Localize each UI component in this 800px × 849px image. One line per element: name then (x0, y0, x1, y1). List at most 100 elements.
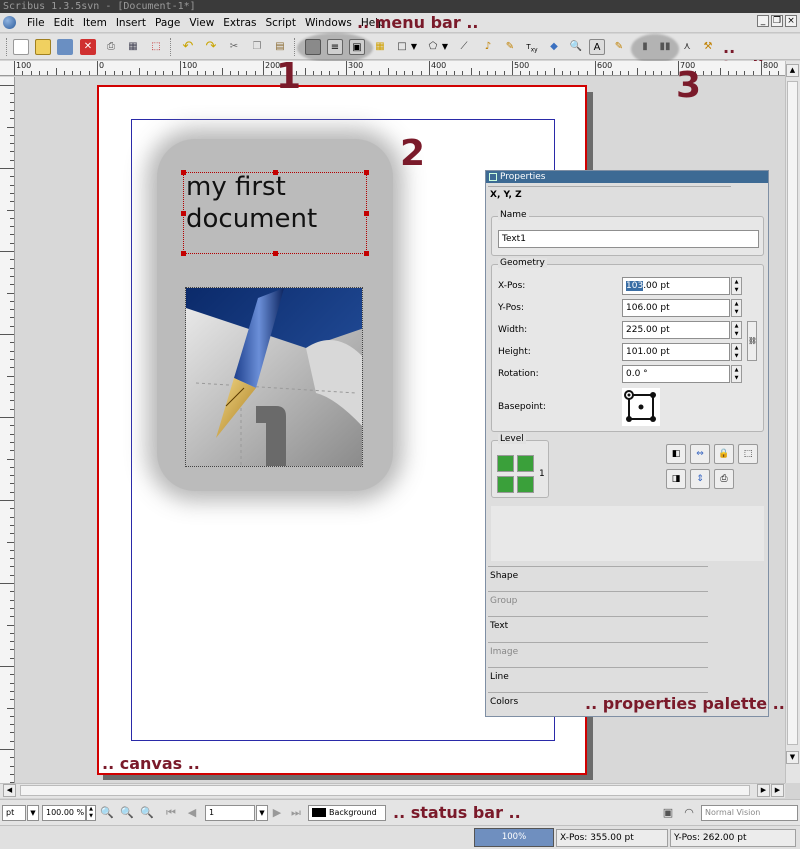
vertical-scrollbar[interactable]: ▲ ▼ (785, 61, 800, 783)
save-icon[interactable] (57, 39, 73, 55)
properties-palette[interactable]: Properties X, Y, Z Name Text1 Geometry X… (485, 170, 769, 717)
cut-icon[interactable]: ✂ (226, 39, 242, 55)
bezier-icon[interactable]: ♪ (480, 39, 496, 55)
level-up-icon[interactable] (497, 455, 514, 472)
pdf-field-icon[interactable]: ▮▮ (657, 39, 673, 55)
zoom-field[interactable]: 100.00 % (42, 805, 86, 821)
redo-icon[interactable]: ↷ (203, 39, 219, 55)
section-image[interactable]: Image (490, 647, 518, 657)
properties-title-bar[interactable]: Properties (486, 171, 768, 183)
app-icon[interactable] (3, 16, 16, 29)
section-colors[interactable]: Colors (490, 697, 518, 707)
menu-extras[interactable]: Extras (219, 16, 261, 30)
view-mode-select[interactable]: Normal Vision (701, 805, 798, 821)
vertical-ruler[interactable] (0, 77, 15, 783)
resize-handle[interactable] (181, 170, 186, 175)
xpos-field[interactable]: 103.00 pt (622, 277, 730, 295)
menu-script[interactable]: Script (261, 16, 300, 30)
width-field[interactable]: 225.00 pt (622, 321, 730, 339)
resize-handle[interactable] (181, 211, 186, 216)
freehand-icon[interactable]: ✎ (502, 39, 518, 55)
scroll-left-icon[interactable]: ◀ (3, 784, 16, 797)
level-top-icon[interactable] (517, 455, 534, 472)
preflight-icon[interactable]: ▦ (125, 39, 141, 55)
pdf-pushbutton-icon[interactable]: ▮ (637, 39, 653, 55)
new-document-icon[interactable] (13, 39, 29, 55)
polygon-dropdown-icon[interactable]: ▼ (440, 39, 450, 55)
vertical-scroll-thumb[interactable] (787, 81, 798, 745)
section-text[interactable]: Text (490, 621, 508, 631)
preview-mode-icon[interactable]: ▣ (660, 805, 676, 821)
scroll-right-icon[interactable]: ▶ (757, 784, 770, 797)
resize-handle[interactable] (364, 211, 369, 216)
previous-page-icon[interactable]: ◀ (184, 805, 200, 821)
level-bottom-icon[interactable] (517, 476, 534, 493)
unit-select[interactable]: pt (2, 805, 26, 821)
close-document-icon[interactable]: ✕ (80, 39, 96, 55)
level-down-icon[interactable] (497, 476, 514, 493)
scroll-down-icon[interactable]: ▼ (786, 751, 799, 764)
menu-insert[interactable]: Insert (112, 16, 151, 30)
open-document-icon[interactable] (35, 39, 51, 55)
width-spinner[interactable]: ▲ ▼ (731, 321, 742, 339)
polygon-icon[interactable]: ⬠ (425, 39, 441, 55)
close-icon[interactable]: × (785, 15, 797, 27)
first-page-icon[interactable]: ⏮ (163, 805, 179, 821)
next-page-icon[interactable]: ▶ (269, 805, 285, 821)
page-number-field[interactable]: 1 (205, 805, 255, 821)
menu-file[interactable]: File (23, 16, 50, 30)
shape-fill-icon[interactable]: ◧ (666, 444, 686, 464)
zoom-in-icon[interactable]: 🔍 (139, 805, 155, 821)
layer-select[interactable]: Background (308, 805, 386, 821)
section-shape[interactable]: Shape (490, 571, 518, 581)
height-spinner[interactable]: ▲ ▼ (731, 343, 742, 361)
paste-icon[interactable]: ▤ (272, 39, 288, 55)
menu-view[interactable]: View (185, 16, 219, 30)
menu-windows[interactable]: Windows (301, 16, 357, 30)
shape-icon[interactable]: □ (394, 39, 410, 55)
ypos-field[interactable]: 106.00 pt (622, 299, 730, 317)
export-pdf-icon[interactable]: ⬚ (148, 39, 164, 55)
horizontal-scroll-thumb[interactable] (20, 785, 750, 796)
zoom-out-icon[interactable]: 🔍 (99, 805, 115, 821)
menu-page[interactable]: Page (151, 16, 185, 30)
text-frame[interactable]: my first document (181, 170, 369, 256)
resize-handle[interactable] (364, 170, 369, 175)
restore-icon[interactable]: ❐ (771, 15, 783, 27)
edit-text-icon[interactable]: ✎ (611, 39, 627, 55)
resize-handle[interactable] (364, 251, 369, 256)
scroll-right-end-icon[interactable]: ▶ (771, 784, 784, 797)
resize-handle[interactable] (273, 170, 278, 175)
resize-handle[interactable] (273, 251, 278, 256)
rotation-spinner[interactable]: ▲ ▼ (731, 365, 742, 383)
zoom-100-icon[interactable]: 🔍 (119, 805, 135, 821)
line-icon[interactable]: ⟋ (456, 39, 472, 55)
copy-icon[interactable]: ❐ (249, 39, 265, 55)
menu-item[interactable]: Item (79, 16, 112, 30)
minimize-icon[interactable]: _ (757, 15, 769, 27)
wifi-icon[interactable]: ◠ (681, 805, 697, 821)
scroll-up-icon[interactable]: ▲ (786, 64, 799, 77)
ypos-spinner[interactable]: ▲ ▼ (731, 299, 742, 317)
select-item-icon[interactable] (305, 39, 321, 55)
image-frame[interactable] (185, 287, 363, 467)
last-page-icon[interactable]: ⏭ (288, 805, 304, 821)
edit-contents-icon[interactable]: A (589, 39, 605, 55)
horizontal-ruler[interactable]: 100 0 100 200 300 400 500 600 700 800 (0, 61, 785, 76)
unit-dropdown-icon[interactable]: ▼ (27, 805, 39, 821)
rotation-field[interactable]: 0.0 ° (622, 365, 730, 383)
table-icon[interactable]: ▦ (372, 39, 388, 55)
flip-horizontal-icon[interactable]: ⇔ (690, 444, 710, 464)
section-group[interactable]: Group (490, 596, 517, 606)
shape-dropdown-icon[interactable]: ▼ (409, 39, 419, 55)
chain-link-icon[interactable]: ⛓ (747, 321, 757, 361)
basepoint-selector-icon[interactable] (622, 388, 660, 426)
section-line[interactable]: Line (490, 672, 509, 682)
undo-icon[interactable]: ↶ (180, 39, 196, 55)
item-name-field[interactable]: Text1 (498, 230, 759, 248)
size-lock-icon[interactable]: ⬚ (738, 444, 758, 464)
printer-icon[interactable]: ⎙ (714, 469, 734, 489)
eye-dropper-icon[interactable]: ⋏ (679, 39, 695, 55)
zoom-icon[interactable]: 🔍 (568, 39, 584, 55)
link-frames-icon[interactable]: ◆ (546, 39, 562, 55)
